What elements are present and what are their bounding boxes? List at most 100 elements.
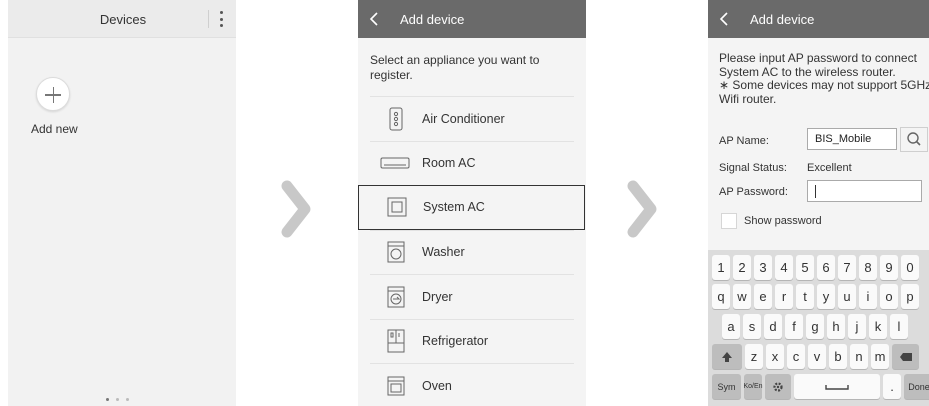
keyboard-row-bottom: Sym Ko/En . Done xyxy=(712,374,929,399)
key[interactable]: 2 xyxy=(733,255,751,280)
app-bar: Add device xyxy=(358,0,586,38)
key[interactable]: n xyxy=(850,344,868,369)
page-dot xyxy=(116,398,119,401)
key[interactable]: 5 xyxy=(796,255,814,280)
list-item-washer[interactable]: Washer xyxy=(370,229,574,275)
shift-key[interactable] xyxy=(712,344,742,369)
list-item-air-conditioner[interactable]: Air Conditioner xyxy=(370,96,574,141)
space-key[interactable] xyxy=(794,374,880,399)
add-new-button[interactable] xyxy=(36,77,70,111)
devices-header: Devices xyxy=(8,0,236,38)
key[interactable]: g xyxy=(806,314,824,339)
key[interactable]: x xyxy=(766,344,784,369)
instruction-text: Please input AP password to connect Syst… xyxy=(719,51,929,106)
list-item-dryer[interactable]: Dryer xyxy=(370,274,574,319)
signal-status-value: Excellent xyxy=(807,162,852,174)
key[interactable]: m xyxy=(871,344,889,369)
oven-icon xyxy=(386,374,406,398)
key[interactable]: 7 xyxy=(838,255,856,280)
search-button[interactable] xyxy=(900,127,928,152)
signal-status-label: Signal Status: xyxy=(719,162,787,174)
key[interactable]: q xyxy=(712,284,730,309)
settings-key[interactable] xyxy=(765,374,791,399)
key[interactable]: o xyxy=(880,284,898,309)
key[interactable]: j xyxy=(848,314,866,339)
air-conditioner-icon xyxy=(386,107,406,131)
key[interactable]: i xyxy=(859,284,877,309)
page-dot xyxy=(126,398,129,401)
key[interactable]: 4 xyxy=(775,255,793,280)
ap-password-label: AP Password: xyxy=(719,186,788,198)
key[interactable]: r xyxy=(775,284,793,309)
keyboard-row-3: z x c v b n m xyxy=(712,344,919,369)
ap-password-field[interactable] xyxy=(807,180,922,202)
ap-name-label: AP Name: xyxy=(719,135,769,147)
key[interactable]: b xyxy=(829,344,847,369)
instruction-text: Select an appliance you want to register… xyxy=(370,53,540,82)
page-title: Add device xyxy=(750,12,815,27)
key[interactable]: y xyxy=(817,284,835,309)
key[interactable]: a xyxy=(722,314,740,339)
add-new-label: Add new xyxy=(31,122,78,136)
key[interactable]: 8 xyxy=(859,255,877,280)
page-dot-active xyxy=(106,398,109,401)
app-bar: Add device xyxy=(708,0,929,38)
key[interactable]: 3 xyxy=(754,255,772,280)
key[interactable]: z xyxy=(745,344,763,369)
key[interactable]: k xyxy=(869,314,887,339)
key[interactable]: p xyxy=(901,284,919,309)
space-icon xyxy=(825,384,849,390)
key[interactable]: u xyxy=(838,284,856,309)
backspace-key[interactable] xyxy=(892,344,919,369)
back-arrow-icon[interactable] xyxy=(719,12,731,26)
chevron-right-icon xyxy=(281,180,311,238)
list-item-label: Dryer xyxy=(422,289,453,304)
chevron-right-icon xyxy=(627,180,657,238)
text-cursor xyxy=(815,185,816,198)
instruction-line: Please input AP password to connect Syst… xyxy=(719,51,917,79)
dryer-icon xyxy=(386,285,406,309)
key[interactable]: f xyxy=(785,314,803,339)
period-key[interactable]: . xyxy=(883,374,901,399)
key[interactable]: t xyxy=(796,284,814,309)
list-item-system-ac[interactable]: System AC xyxy=(358,185,585,230)
refrigerator-icon xyxy=(386,329,406,353)
back-arrow-icon[interactable] xyxy=(369,12,381,26)
list-item-oven[interactable]: Oven xyxy=(370,363,574,406)
key[interactable]: 0 xyxy=(901,255,919,280)
key[interactable]: w xyxy=(733,284,751,309)
page-indicator xyxy=(106,398,129,401)
key[interactable]: c xyxy=(787,344,805,369)
key[interactable]: l xyxy=(890,314,908,339)
show-password-checkbox[interactable] xyxy=(721,213,737,229)
appliance-list: Air Conditioner Room AC System AC Washer… xyxy=(358,96,585,406)
header-divider xyxy=(208,10,209,28)
list-item-room-ac[interactable]: Room AC xyxy=(370,140,574,186)
add-device-list-screen: Add device Select an appliance you want … xyxy=(358,0,586,406)
key[interactable]: e xyxy=(754,284,772,309)
ap-name-field[interactable]: BIS_Mobile xyxy=(807,128,897,150)
key[interactable]: 6 xyxy=(817,255,835,280)
key[interactable]: d xyxy=(764,314,782,339)
key[interactable]: 9 xyxy=(880,255,898,280)
warning-note: ∗ Some devices may not support 5GHz Wifi… xyxy=(719,78,929,106)
key[interactable]: v xyxy=(808,344,826,369)
done-key[interactable]: Done xyxy=(904,374,929,399)
list-item-label: Room AC xyxy=(422,156,476,171)
list-item-label: Air Conditioner xyxy=(422,111,505,126)
list-item-refrigerator[interactable]: Refrigerator xyxy=(370,318,574,364)
washer-icon xyxy=(386,240,406,264)
ap-password-screen: Add device Please input AP password to c… xyxy=(708,0,929,406)
list-item-label: System AC xyxy=(423,200,485,215)
key[interactable]: s xyxy=(743,314,761,339)
language-key[interactable]: Ko/En xyxy=(743,374,763,399)
shift-icon xyxy=(722,351,732,362)
key[interactable]: 1 xyxy=(712,255,730,280)
key[interactable]: h xyxy=(827,314,845,339)
more-options-icon[interactable] xyxy=(214,9,228,29)
devices-screen: Devices Add new xyxy=(8,0,236,406)
page-title: Devices xyxy=(99,12,147,27)
list-item-label: Washer xyxy=(422,245,465,260)
symbol-key[interactable]: Sym xyxy=(712,374,741,399)
keyboard-row-2: a s d f g h j k l xyxy=(722,314,908,339)
